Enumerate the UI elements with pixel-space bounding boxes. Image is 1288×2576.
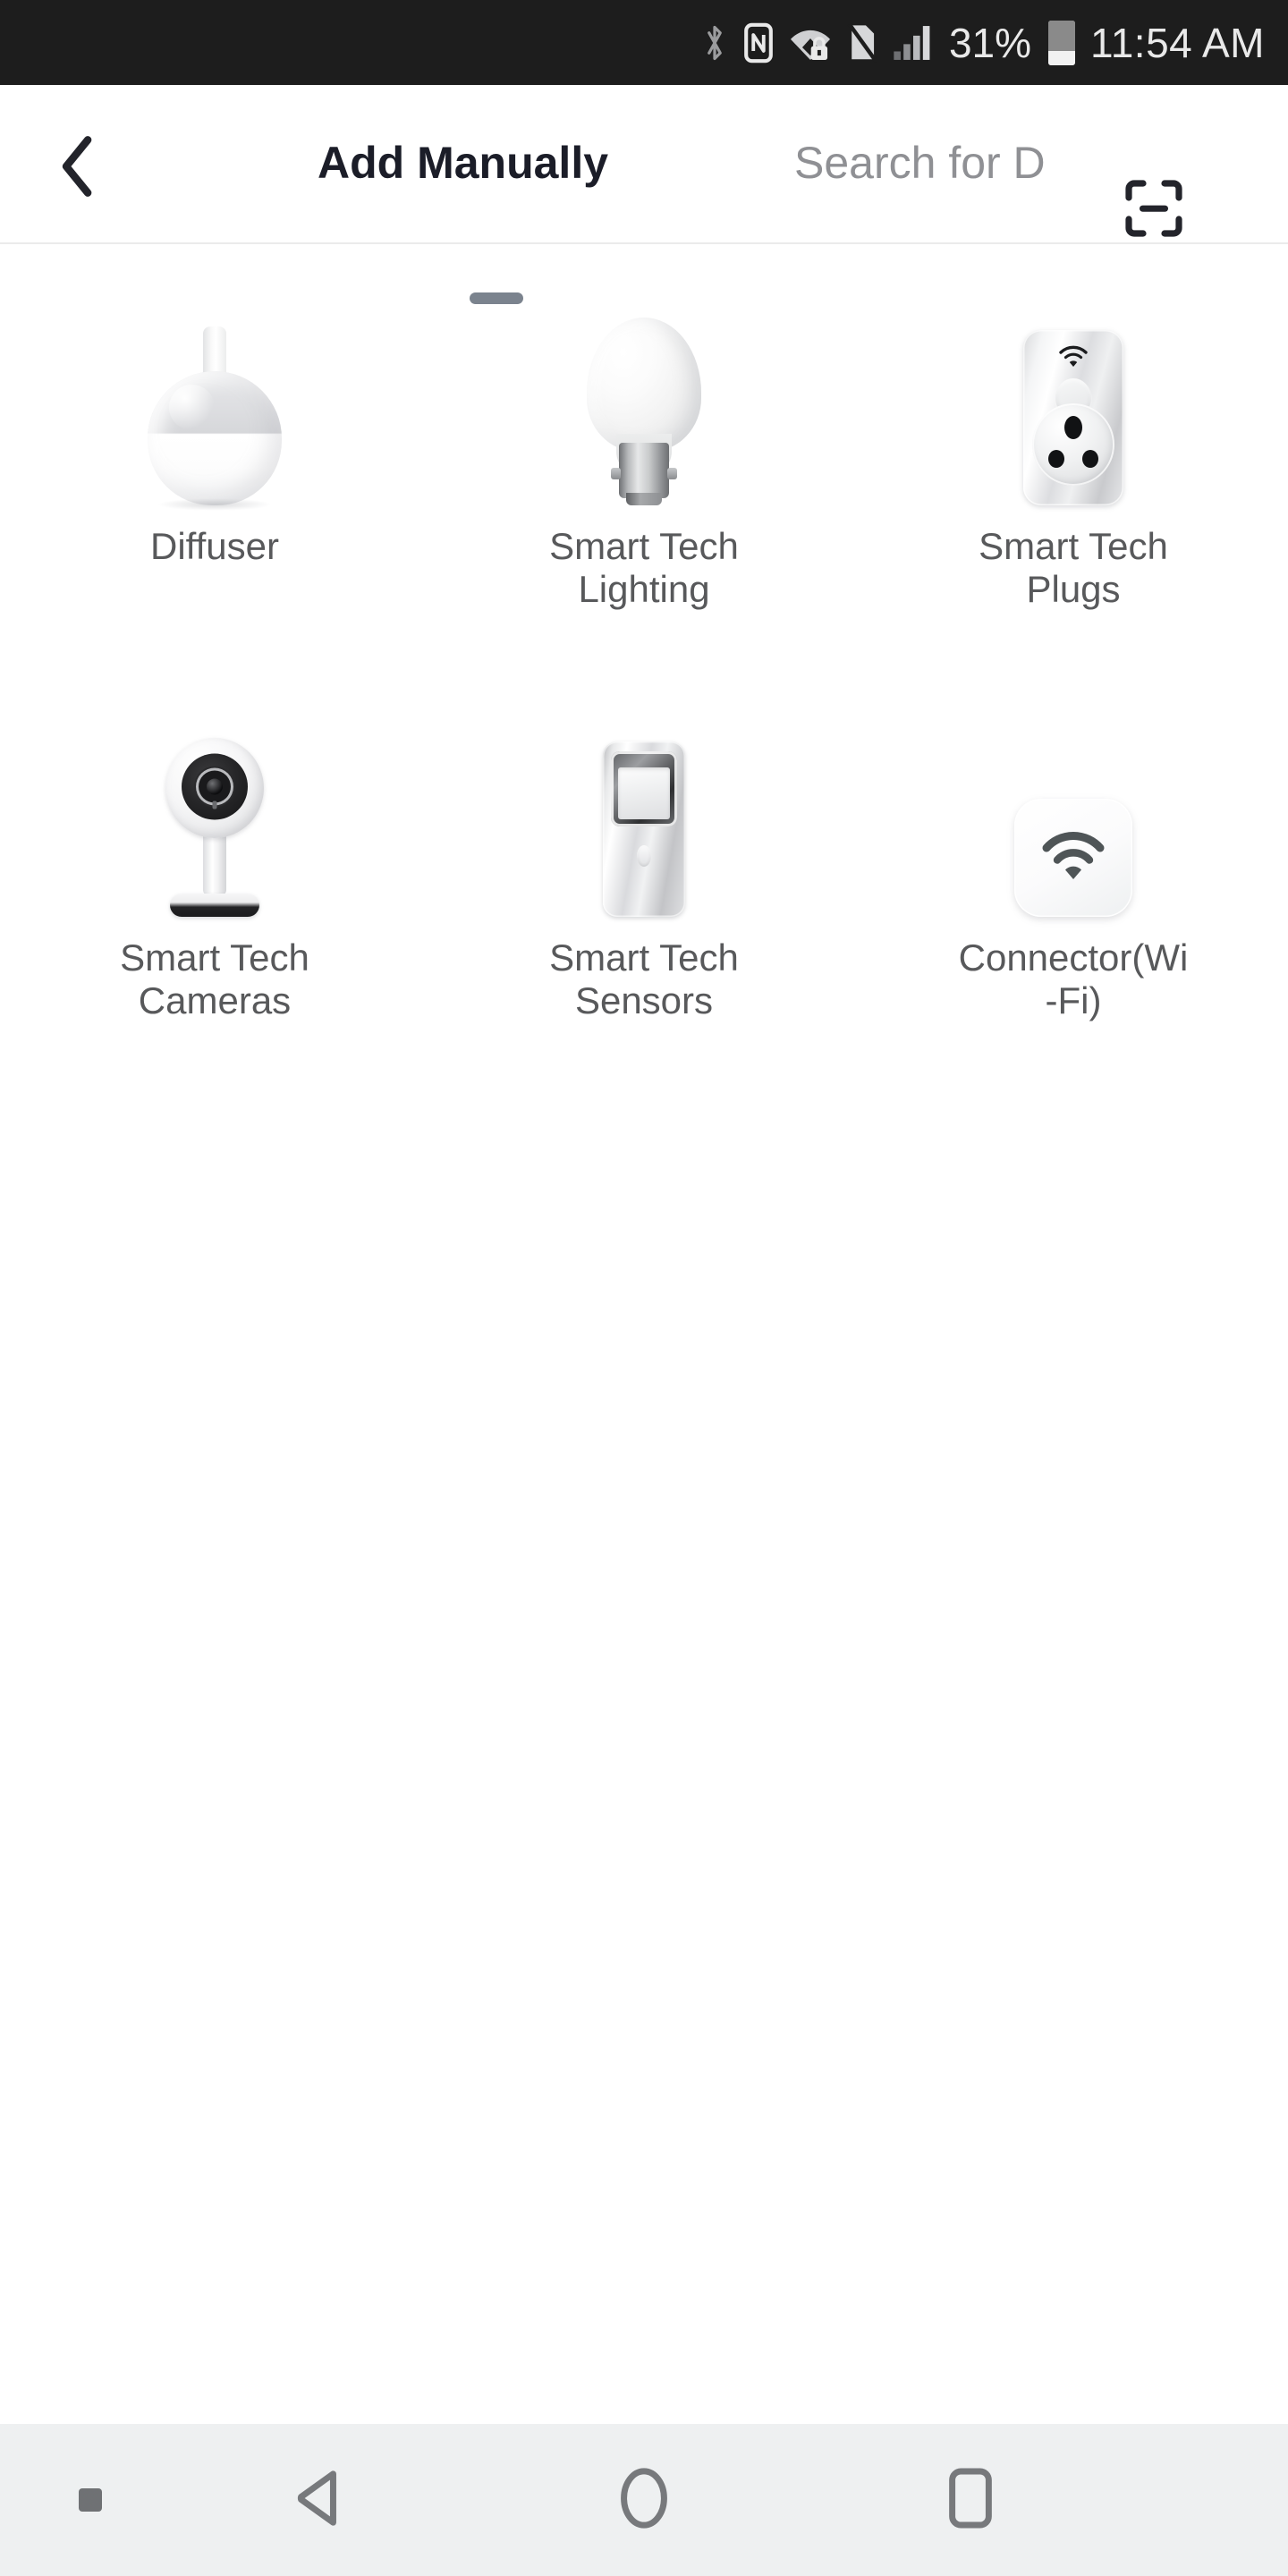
scan-qr-icon [1123,178,1184,243]
android-navigation-bar [0,2424,1288,2576]
wifi-locked-icon [789,23,832,63]
nav-recents-square-icon [948,2467,993,2534]
tab-search-for-device[interactable]: Search for D [794,131,1046,194]
status-bar: 31% 11:54 AM [0,0,1288,85]
wifi-connector-icon [957,711,1190,917]
cellular-signal-icon [893,23,934,63]
grid-item-label: Smart Tech Cameras [120,936,309,1021]
app-header: Add Manually Search for D [0,85,1288,304]
device-category-grid: Diffuser Smart Tech Lighting Smart Tech … [0,244,1288,1067]
nav-home-circle-icon [618,2467,670,2534]
grid-item-diffuser[interactable]: Diffuser [0,244,429,656]
grid-item-smart-tech-sensors[interactable]: Smart Tech Sensors [429,656,859,1067]
nfc-icon [743,22,774,64]
security-camera-icon [98,711,331,917]
light-bulb-icon [528,300,760,505]
diffuser-icon [98,300,331,511]
grid-item-label: Connector(Wi-Fi) [958,936,1189,1021]
motion-sensor-icon [528,711,760,917]
nav-recents-button[interactable] [917,2446,1024,2554]
nav-back-button[interactable] [264,2446,371,2554]
clock-label: 11:54 AM [1090,19,1265,66]
nav-home-button[interactable] [590,2446,698,2554]
grid-item-connector-wifi[interactable]: Connector(Wi-Fi) [859,656,1288,1067]
tab-add-manually[interactable]: Add Manually [318,131,608,194]
wifi-symbol-icon [1040,830,1106,886]
smart-plug-icon [957,300,1190,505]
phone-screen: 31% 11:54 AM Add Manually Search for D D… [0,0,1288,2576]
grid-item-label: Smart Tech Lighting [549,525,739,610]
nav-pin-icon[interactable] [79,2488,102,2512]
wifi-symbol-icon [1058,344,1089,368]
grid-item-label: Smart Tech Sensors [549,936,739,1021]
grid-item-label: Smart Tech Plugs [979,525,1168,610]
grid-item-smart-tech-cameras[interactable]: Smart Tech Cameras [0,656,429,1067]
bluetooth-icon [701,22,728,64]
grid-item-smart-tech-lighting[interactable]: Smart Tech Lighting [429,244,859,656]
scan-button[interactable] [1118,174,1190,246]
no-sim-icon [847,22,877,64]
grid-item-label: Diffuser [150,525,279,567]
battery-icon [1048,20,1076,65]
header-tabs: Add Manually Search for D [0,85,1288,244]
nav-back-triangle-icon [288,2467,347,2534]
battery-percent-label: 31% [948,19,1032,66]
grid-item-smart-tech-plugs[interactable]: Smart Tech Plugs [859,244,1288,656]
